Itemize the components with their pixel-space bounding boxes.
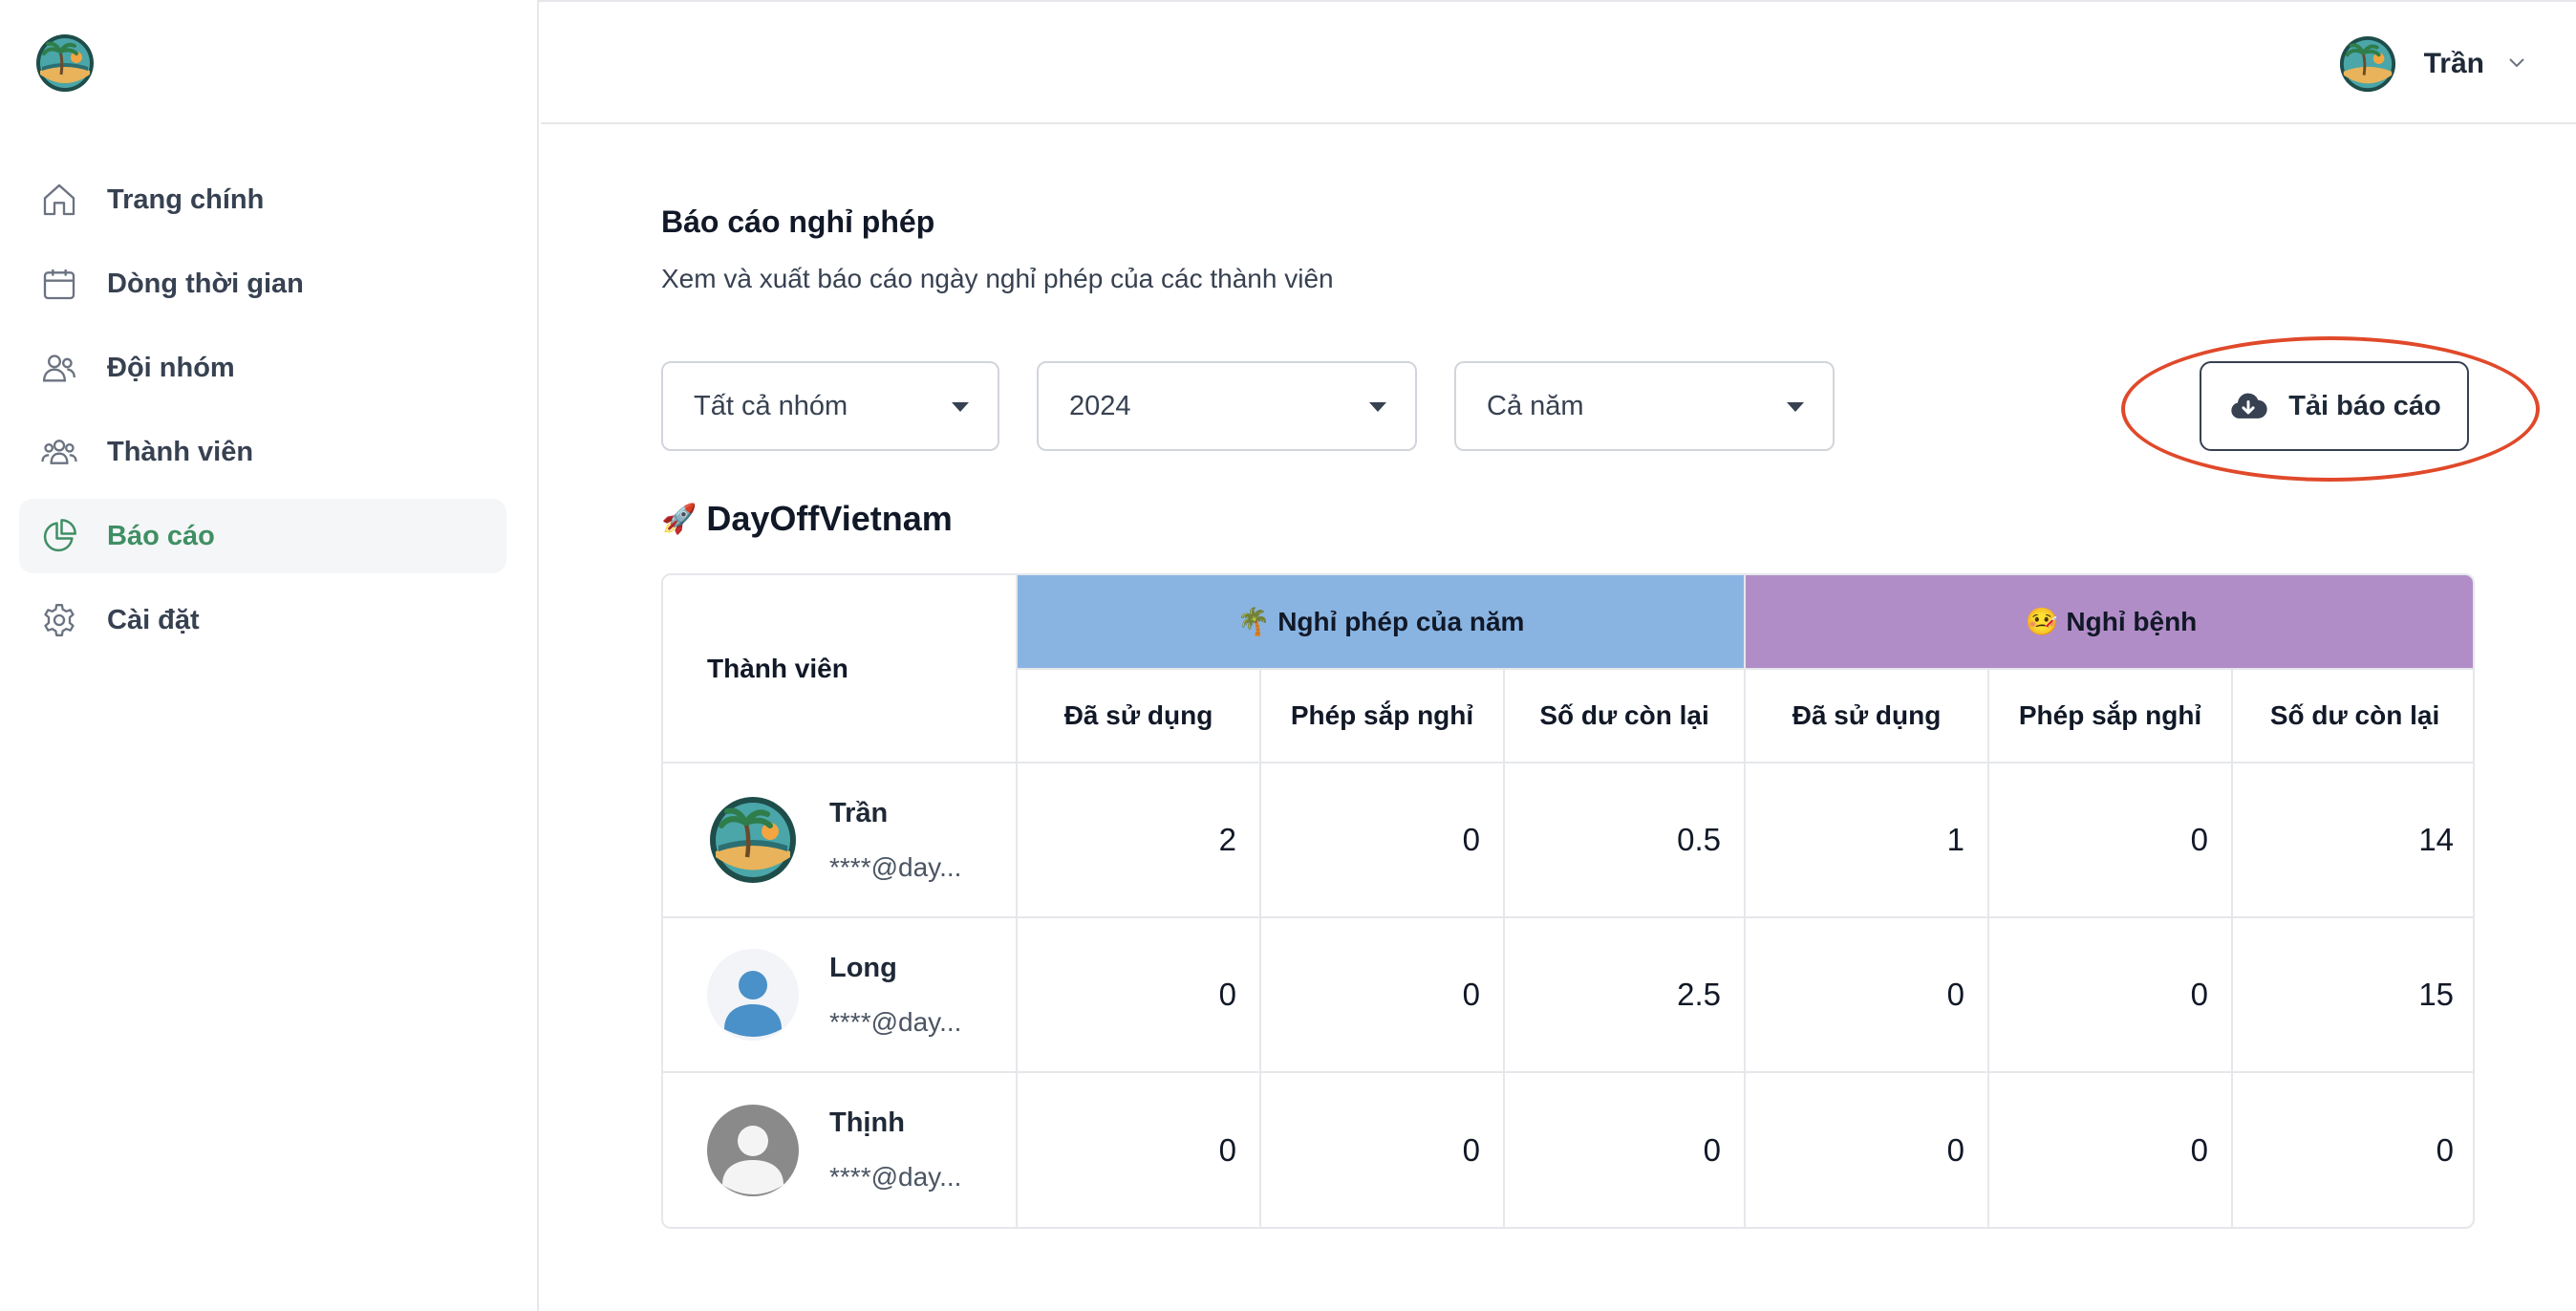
sidebar-item-timeline[interactable]: Dòng thời gian: [19, 247, 506, 321]
annual-balance-cell: 2.5: [1502, 916, 1747, 1073]
sidebar-item-teams[interactable]: Đội nhóm: [19, 331, 506, 405]
year-select[interactable]: 2024: [1037, 361, 1417, 451]
year-select-value: 2024: [1069, 390, 1131, 421]
member-cell[interactable]: Thịnh ****@day...: [663, 1071, 1018, 1227]
rocket-icon: 🚀: [661, 503, 698, 535]
sidebar-item-label: Trang chính: [107, 183, 265, 215]
gear-icon: [38, 599, 80, 641]
sick-used-cell: 1: [1744, 762, 1990, 918]
member-name: Trần: [829, 797, 889, 828]
table-row: Long ****@day... 0 0 2.5 0 0 15: [663, 916, 2473, 1073]
annual-upcoming-header: Phép sắp nghỉ: [1259, 668, 1505, 763]
annual-leave-header: 🌴 Nghỉ phép của năm: [1015, 575, 1747, 670]
avatar: [707, 949, 799, 1041]
annual-balance-header: Số dư còn lại: [1502, 668, 1747, 763]
member-email: ****@day...: [829, 1162, 962, 1192]
sidebar-item-members[interactable]: Thành viên: [19, 415, 506, 489]
annual-balance-cell: 0.5: [1502, 762, 1747, 918]
period-select[interactable]: Cả năm: [1454, 361, 1835, 451]
sidebar-item-label: Dòng thời gian: [107, 268, 304, 299]
annual-used-cell: 2: [1016, 762, 1261, 918]
sidebar-item-label: Đội nhóm: [107, 352, 235, 383]
sick-upcoming-cell: 0: [1987, 1071, 2234, 1227]
group-title: 🚀 DayOffVietnam: [661, 499, 953, 539]
calendar-icon: [38, 263, 80, 305]
table-row: Trần ****@day... 2 0 0.5 1 0 14: [663, 762, 2473, 918]
sidebar-item-reports[interactable]: Báo cáo: [19, 499, 506, 573]
period-select-value: Cả năm: [1487, 390, 1584, 421]
annual-balance-cell: 0: [1502, 1071, 1747, 1227]
annual-upcoming-cell: 0: [1259, 1071, 1505, 1227]
member-name: Long: [829, 952, 897, 983]
leave-report-table: Thành viên 🌴 Nghỉ phép của năm 🤒 Nghỉ bệ…: [661, 573, 2475, 1229]
annual-used-cell: 0: [1016, 916, 1261, 1073]
sidebar-nav: Trang chính Dòng thời gian Đội nhóm Thàn…: [19, 162, 506, 667]
cloud-download-icon: [2227, 385, 2269, 427]
sick-upcoming-header: Phép sắp nghỉ: [1987, 668, 2234, 763]
sick-balance-cell: 15: [2231, 916, 2473, 1073]
member-cell[interactable]: Trần ****@day...: [663, 762, 1018, 918]
members-icon: [38, 431, 80, 473]
home-icon: [38, 179, 80, 221]
sick-balance-cell: 0: [2231, 1071, 2473, 1227]
sick-used-cell: 0: [1744, 916, 1990, 1073]
page-title: Báo cáo nghỉ phép: [661, 204, 935, 239]
sidebar-item-label: Cài đặt: [107, 604, 200, 635]
avatar: [707, 1104, 799, 1196]
annual-upcoming-cell: 0: [1259, 762, 1505, 918]
annual-used-cell: 0: [1016, 1071, 1261, 1227]
download-report-button[interactable]: Tải báo cáo: [2200, 361, 2469, 451]
member-email: ****@day...: [829, 1006, 962, 1037]
caret-down-icon: [952, 402, 969, 412]
annual-used-header: Đã sử dụng: [1017, 668, 1261, 763]
group-select-value: Tất cả nhóm: [694, 390, 848, 421]
caret-down-icon: [1369, 402, 1386, 412]
sick-used-cell: 0: [1744, 1071, 1990, 1227]
sidebar-item-settings[interactable]: Cài đặt: [19, 583, 506, 657]
user-name: Trần: [2423, 48, 2484, 79]
sidebar-item-label: Báo cáo: [107, 520, 215, 551]
sick-balance-cell: 14: [2231, 762, 2473, 918]
group-select[interactable]: Tất cả nhóm: [661, 361, 999, 451]
table-row: Thịnh ****@day... 0 0 0 0 0 0: [663, 1071, 2473, 1227]
download-report-label: Tải báo cáo: [2288, 390, 2441, 421]
avatar: [2338, 34, 2397, 94]
avatar: [707, 794, 799, 886]
sick-used-header: Đã sử dụng: [1744, 668, 1990, 763]
user-menu[interactable]: Trần: [2338, 34, 2528, 94]
palm-beach-logo-icon[interactable]: [34, 32, 96, 94]
team-icon: [38, 347, 80, 389]
sick-upcoming-cell: 0: [1987, 762, 2234, 918]
member-column-header: Thành viên: [663, 575, 1018, 763]
member-cell[interactable]: Long ****@day...: [663, 916, 1018, 1073]
caret-down-icon: [1787, 402, 1804, 412]
sick-upcoming-cell: 0: [1987, 916, 2234, 1073]
sick-balance-header: Số dư còn lại: [2231, 668, 2473, 763]
sidebar-item-label: Thành viên: [107, 436, 254, 467]
annual-upcoming-cell: 0: [1259, 916, 1505, 1073]
page-subtitle: Xem và xuất báo cáo ngày nghỉ phép của c…: [661, 264, 1334, 293]
sidebar-item-home[interactable]: Trang chính: [19, 162, 506, 237]
sidebar: Trang chính Dòng thời gian Đội nhóm Thàn…: [0, 0, 539, 1311]
member-name: Thịnh: [829, 1107, 905, 1138]
top-header: Trần: [541, 2, 2576, 124]
member-email: ****@day...: [829, 851, 962, 882]
chevron-down-icon: [2505, 51, 2528, 78]
sick-leave-header: 🤒 Nghỉ bệnh: [1744, 575, 2473, 670]
pie-chart-icon: [38, 515, 80, 557]
group-name: DayOffVietnam: [706, 499, 953, 538]
